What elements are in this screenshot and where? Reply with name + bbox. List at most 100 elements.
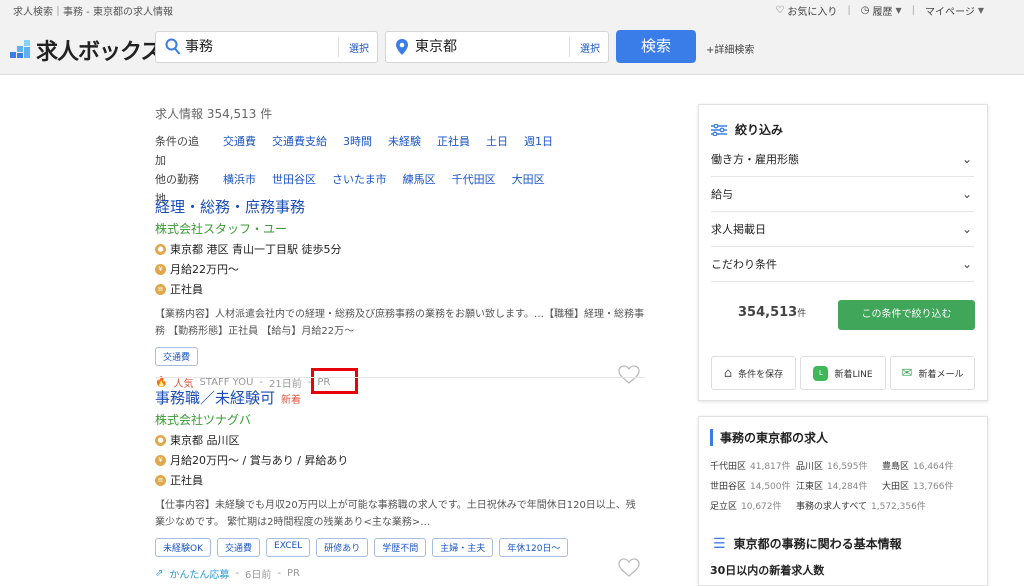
job-employment: 正社員 xyxy=(170,283,203,296)
advanced-search-link[interactable]: +詳細検索 xyxy=(706,41,754,56)
job-tags: 未経験OK 交通費 EXCEL 研修あり 学歴不問 主婦・主夫 年休120日～ xyxy=(155,538,645,557)
ward-link[interactable]: 豊島区 16,464件 xyxy=(882,459,982,472)
ward-link[interactable]: 千代田区 41,817件 xyxy=(710,459,796,472)
recent-jobs-heading: 30日以内の新着求人数 xyxy=(710,564,825,577)
job-title-link[interactable]: 事務職／未経験可 新着 xyxy=(155,387,645,408)
region-panel-title: 事務の東京都の求人 xyxy=(710,429,828,446)
filter-add-link[interactable]: 交通費支給 xyxy=(272,132,327,170)
pr-label: PR xyxy=(286,568,300,579)
map-pin-icon xyxy=(396,39,408,55)
new-badge: 新着 xyxy=(281,395,302,406)
keyword-select-button[interactable]: 選択 xyxy=(338,37,377,57)
clock-icon: ◷ xyxy=(860,5,870,16)
filter-total: 354,513件 xyxy=(738,305,807,320)
job-tag[interactable]: 交通費 xyxy=(217,538,261,557)
result-count: 求人情報 354,513 件 xyxy=(155,107,273,121)
job-description: 【仕事内容】未経験でも月収20万円以上が可能な事務職の求人です。土日祝休みで年間… xyxy=(155,500,636,528)
job-location: 東京都 港区 青山一丁目駅 徒歩5分 xyxy=(170,243,342,256)
search-icon xyxy=(165,38,181,55)
ward-link[interactable]: 江東区 14,284件 xyxy=(796,479,882,492)
sliders-icon xyxy=(711,123,727,136)
chevron-down-icon: ⌄ xyxy=(961,187,972,201)
job-salary: 月給22万円～ xyxy=(170,263,239,276)
employment-icon: ≡ xyxy=(155,283,166,295)
job-tag[interactable]: 学歴不問 xyxy=(374,538,427,557)
region-panel: 事務の東京都の求人 千代田区 41,817件 品川区 16,595件 豊島区 16,4… xyxy=(698,416,988,586)
filter-accordion[interactable]: 働き方・雇用形態 ⌄ xyxy=(711,142,974,177)
favorites-link[interactable]: ♡ お気に入り xyxy=(775,3,837,18)
quick-apply-icon: ⇗ xyxy=(155,568,164,579)
ward-list: 千代田区 41,817件 品川区 16,595件 豊島区 16,464件 世田谷区 14… xyxy=(710,459,982,512)
company-name: 株式会社ツナグバ xyxy=(155,413,252,427)
job-location: 東京都 品川区 xyxy=(170,434,240,447)
logo-mark-icon xyxy=(10,40,30,58)
ward-link[interactable]: 世田谷区 14,500件 xyxy=(710,479,796,492)
mypage-link[interactable]: マイページ ▼ xyxy=(925,3,984,18)
mail-notify-button[interactable]: ✉ 新着メール xyxy=(890,356,975,390)
yen-icon: ¥ xyxy=(155,263,166,275)
location-pin-icon: ● xyxy=(155,243,166,255)
job-tag[interactable]: 主婦・主夫 xyxy=(432,538,494,557)
line-notify-button[interactable]: L 新着LINE xyxy=(800,356,886,390)
job-tag[interactable]: 未経験OK xyxy=(155,538,211,557)
mail-icon: ✉ xyxy=(901,365,913,381)
job-tag[interactable]: 研修あり xyxy=(316,538,369,557)
logo[interactable]: 求人ボックス xyxy=(10,34,162,66)
job-tag[interactable]: EXCEL xyxy=(266,538,311,557)
job-description: 【業務内容】人材派遣会社内での経理・総務及び庶務事務の業務をお願い致します。…【… xyxy=(155,309,644,337)
keyword-input[interactable] xyxy=(185,38,325,54)
job-card: 事務職／未経験可 新着 株式会社ツナグバ ● 東京都 品川区 ¥ 月給20万円～ / … xyxy=(155,387,645,581)
filter-add-link[interactable]: 交通費 xyxy=(223,132,256,170)
job-footer: ⇗ かんたん応募 - 6日前 - PR xyxy=(155,558,645,581)
filter-panel: 絞り込み 働き方・雇用形態 ⌄ 給与 ⌄ 求人掲載日 ⌄ こだわり条件 ⌄ 354,51… xyxy=(698,104,988,401)
favorite-heart-icon[interactable] xyxy=(618,365,640,384)
location-select-button[interactable]: 選択 xyxy=(569,37,608,57)
apply-filter-button[interactable]: この条件で絞り込む xyxy=(838,300,975,330)
divider xyxy=(155,377,645,378)
basic-info-heading: ☰ 東京都の事務に関わる基本情報 xyxy=(713,535,902,552)
job-title-link[interactable]: 経理・総務・庶務事務 xyxy=(155,196,645,217)
filter-accordion[interactable]: こだわり条件 ⌄ xyxy=(711,247,974,282)
filter-add-link[interactable]: 3時間 xyxy=(343,132,372,170)
job-tag[interactable]: 交通費 xyxy=(155,347,199,366)
location-input[interactable] xyxy=(415,38,555,54)
history-link[interactable]: ◷ 履歴 ▼ xyxy=(861,3,902,18)
job-employment: 正社員 xyxy=(170,474,203,487)
favorite-heart-icon[interactable] xyxy=(618,558,640,577)
list-icon: ☰ xyxy=(713,535,726,552)
filter-accordion[interactable]: 求人掲載日 ⌄ xyxy=(711,212,974,247)
chevron-down-icon: ⌄ xyxy=(961,257,972,271)
keyword-search-box: 選択 xyxy=(155,31,378,63)
location-pin-icon: ● xyxy=(155,434,166,446)
heart-icon: ♡ xyxy=(775,5,785,16)
header: 求人検索｜事務 - 東京都の求人情報 ♡ お気に入り | ◷ 履歴 ▼ | マイ… xyxy=(0,0,1024,75)
ward-link[interactable]: 品川区 16,595件 xyxy=(796,459,882,472)
line-icon: L xyxy=(813,365,829,381)
location-search-box: 選択 xyxy=(385,31,609,63)
filter-add-link[interactable]: 土日 xyxy=(486,132,508,170)
yen-icon: ¥ xyxy=(155,454,166,466)
filter-add-link[interactable]: 正社員 xyxy=(437,132,470,170)
job-card: 経理・総務・庶務事務 株式会社スタッフ・ユー ● 東京都 港区 青山一丁目駅 徒歩… xyxy=(155,196,645,394)
filter-add-link[interactable]: 週1日 xyxy=(524,132,553,170)
job-salary: 月給20万円～ / 賞与あり / 昇給あり xyxy=(170,454,349,467)
filter-accordion[interactable]: 給与 ⌄ xyxy=(711,177,974,212)
save-conditions-button[interactable]: ⌂ 条件を保存 xyxy=(711,356,796,390)
all-jobs-link[interactable]: 事務の求人すべて 1,572,356件 xyxy=(796,499,982,512)
breadcrumb: 求人検索｜事務 - 東京都の求人情報 xyxy=(13,7,173,18)
caret-down-icon: ▼ xyxy=(977,6,984,15)
ward-link[interactable]: 大田区 13,766件 xyxy=(882,479,982,492)
company-name: 株式会社スタッフ・ユー xyxy=(155,222,288,236)
ward-link[interactable]: 足立区 10,672件 xyxy=(710,499,796,512)
search-button[interactable]: 検索 xyxy=(616,30,696,63)
caret-down-icon: ▼ xyxy=(895,6,902,15)
job-date: 6日前 xyxy=(245,570,272,581)
top-links: ♡ お気に入り | ◷ 履歴 ▼ | マイページ ▼ xyxy=(775,3,984,18)
filter-panel-title: 絞り込み xyxy=(711,121,783,138)
chevron-down-icon: ⌄ xyxy=(961,222,972,236)
filter-add-link[interactable]: 未経験 xyxy=(388,132,421,170)
paperclip-icon: ⌂ xyxy=(723,365,733,381)
job-tag[interactable]: 年休120日～ xyxy=(499,538,569,557)
chevron-down-icon: ⌄ xyxy=(961,152,972,166)
quick-apply-badge: かんたん応募 xyxy=(169,570,230,581)
